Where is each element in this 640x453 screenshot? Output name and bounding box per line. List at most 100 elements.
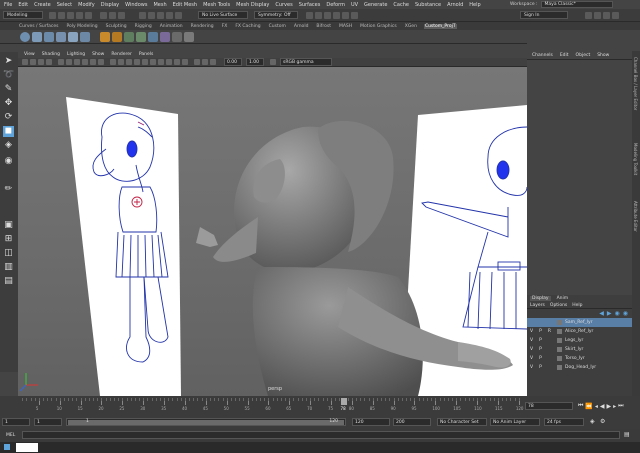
render-frame-icon[interactable] xyxy=(315,11,322,19)
scene-end-field[interactable]: 200 xyxy=(393,418,431,426)
undo-icon[interactable] xyxy=(76,11,83,19)
panel-menu-shading[interactable]: Shading xyxy=(42,52,60,57)
sign-in-button[interactable]: Sign In xyxy=(520,11,568,19)
shelf-bridge-icon[interactable] xyxy=(136,31,146,42)
step-back-key-icon[interactable]: ⏪ xyxy=(585,403,592,410)
command-input[interactable] xyxy=(22,431,620,439)
wireframe-icon[interactable] xyxy=(110,59,116,65)
grid-toggle-icon[interactable] xyxy=(58,59,64,65)
use-all-lights-icon[interactable] xyxy=(150,59,156,65)
channel-box-menu-channels[interactable]: Channels xyxy=(532,53,553,58)
screen-space-ao-icon[interactable] xyxy=(166,59,172,65)
layer-color-swatch[interactable] xyxy=(557,329,562,334)
auto-key-icon[interactable]: ◈ xyxy=(590,418,595,425)
workspace-dropdown[interactable]: Maya Classic* xyxy=(540,1,613,8)
shelf-combine-icon[interactable] xyxy=(100,31,110,42)
field-chart-icon[interactable] xyxy=(90,59,96,65)
snap-grid-icon[interactable] xyxy=(139,11,146,19)
shelf-tab-sculpting[interactable]: Sculpting xyxy=(105,24,128,29)
scale-tool-icon[interactable]: ◼ xyxy=(3,126,14,137)
snap-point-icon[interactable] xyxy=(157,11,164,19)
menu-mesh-tools[interactable]: Mesh Tools xyxy=(203,2,230,8)
paint-weights-icon[interactable]: ✏ xyxy=(3,184,14,195)
shelf-tab-custom[interactable]: Custom xyxy=(268,24,287,29)
menu-select[interactable]: Select xyxy=(57,2,72,8)
select-component-icon[interactable] xyxy=(118,11,125,19)
menu-curves[interactable]: Curves xyxy=(275,2,292,8)
render-settings-icon[interactable] xyxy=(333,11,340,19)
range-slider-handle[interactable]: 1 120 xyxy=(68,419,344,425)
layer-color-swatch[interactable] xyxy=(557,356,562,361)
soft-select-icon[interactable]: ◉ xyxy=(3,156,14,167)
panel-menu-panels[interactable]: Panels xyxy=(139,52,153,57)
shelf-tab-xgen[interactable]: XGen xyxy=(404,24,418,29)
resolution-gate-icon[interactable] xyxy=(74,59,80,65)
menu-edit[interactable]: Edit xyxy=(18,2,28,8)
select-tool-icon[interactable]: ➤ xyxy=(3,56,14,67)
isolate-select-icon[interactable] xyxy=(194,59,200,65)
shadows-icon[interactable] xyxy=(158,59,164,65)
anim-layer-field[interactable]: No Anim Layer xyxy=(490,418,540,426)
shelf-tab-curves-surfaces[interactable]: Curves / Surfaces xyxy=(18,24,60,29)
attribute-editor-toggle-icon[interactable] xyxy=(594,11,601,19)
shelf-tab-custom-projt[interactable]: Custom_ProjT xyxy=(423,23,457,29)
mode-dropdown[interactable]: Modeling xyxy=(3,11,43,19)
snap-surface-icon[interactable] xyxy=(175,11,182,19)
shelf-mirror-icon[interactable] xyxy=(172,31,182,42)
menu-windows[interactable]: Windows xyxy=(125,2,147,8)
layer-visibility-toggle[interactable]: V xyxy=(527,338,536,343)
panel-menu-lighting[interactable]: Lighting xyxy=(67,52,85,57)
go-to-end-icon[interactable]: ⏭ xyxy=(618,402,623,410)
layer-visibility-toggle[interactable]: V xyxy=(527,356,536,361)
character-set-field[interactable]: No Character Set xyxy=(437,418,487,426)
range-slider[interactable]: 1 120 xyxy=(66,418,346,426)
menu-help[interactable]: Help xyxy=(469,2,480,8)
layer-name[interactable]: Torso_lyr xyxy=(565,356,585,361)
smooth-shade-icon[interactable] xyxy=(118,59,124,65)
four-view-layout-icon[interactable]: ⊞ xyxy=(3,234,14,245)
move-tool-icon[interactable]: ✥ xyxy=(3,98,14,109)
shelf-smooth-icon[interactable] xyxy=(184,31,194,42)
shelf-extrude-icon[interactable] xyxy=(124,31,134,42)
shelf-tab-motion-graphics[interactable]: Motion Graphics xyxy=(359,24,398,29)
persp-outliner-layout-icon[interactable]: ▥ xyxy=(3,262,14,273)
side-tab-modeling-toolkit[interactable]: Modeling Toolkit xyxy=(633,143,638,175)
xray-joints-icon[interactable] xyxy=(210,59,216,65)
menu-file[interactable]: File xyxy=(4,2,12,8)
layer-reference-toggle[interactable]: R xyxy=(545,329,554,334)
time-slider[interactable]: 5 10 15 20 25 30 35 40 45 50 55 60 65 70 75 80 85 90 95 100… xyxy=(0,396,640,416)
menu-substance[interactable]: Substance xyxy=(415,2,441,8)
layer-row[interactable]: V P Skirt_lyr xyxy=(527,345,632,354)
layer-row[interactable]: V P Torso_lyr xyxy=(527,354,632,363)
symmetry-dropdown[interactable]: Symmetry: Off xyxy=(254,11,298,19)
xray-icon[interactable] xyxy=(202,59,208,65)
layer-color-swatch[interactable] xyxy=(557,347,562,352)
menu-generate[interactable]: Generate xyxy=(364,2,387,8)
shelf-tab-fx[interactable]: FX xyxy=(221,24,229,29)
layer-color-swatch[interactable] xyxy=(557,338,562,343)
windows-start-icon[interactable] xyxy=(4,444,10,450)
lasso-tool-icon[interactable]: ➰ xyxy=(3,70,14,81)
current-frame-field[interactable]: 78 xyxy=(525,402,573,410)
side-tab-attribute-editor[interactable]: Attribute Editor xyxy=(633,201,638,232)
layer-menu-help[interactable]: Help xyxy=(572,303,582,308)
menu-uv[interactable]: UV xyxy=(351,2,358,8)
command-language-label[interactable]: MEL xyxy=(6,433,15,438)
last-tool-icon[interactable]: ◈ xyxy=(3,140,14,151)
menu-mesh-display[interactable]: Mesh Display xyxy=(236,2,269,8)
new-layer-selected-icon[interactable]: ◉ xyxy=(623,310,628,317)
shelf-merge-icon[interactable] xyxy=(160,31,170,42)
motion-blur-icon[interactable] xyxy=(174,59,180,65)
film-gate-icon[interactable] xyxy=(66,59,72,65)
graph-layout-icon[interactable]: ▤ xyxy=(3,276,14,287)
fps-dropdown[interactable]: 24 fps xyxy=(544,418,584,426)
color-space-dropdown[interactable]: sRGB gamma xyxy=(280,58,332,66)
safe-action-icon[interactable] xyxy=(98,59,104,65)
arnold-render-icon[interactable] xyxy=(351,11,358,19)
select-camera-icon[interactable] xyxy=(22,59,28,65)
layer-name[interactable]: Alice_Ref_lyr xyxy=(565,329,593,334)
playback-start-field[interactable]: 1 xyxy=(34,418,62,426)
select-object-icon[interactable] xyxy=(109,11,116,19)
menu-arnold[interactable]: Arnold xyxy=(447,2,463,8)
snap-curve-icon[interactable] xyxy=(148,11,155,19)
